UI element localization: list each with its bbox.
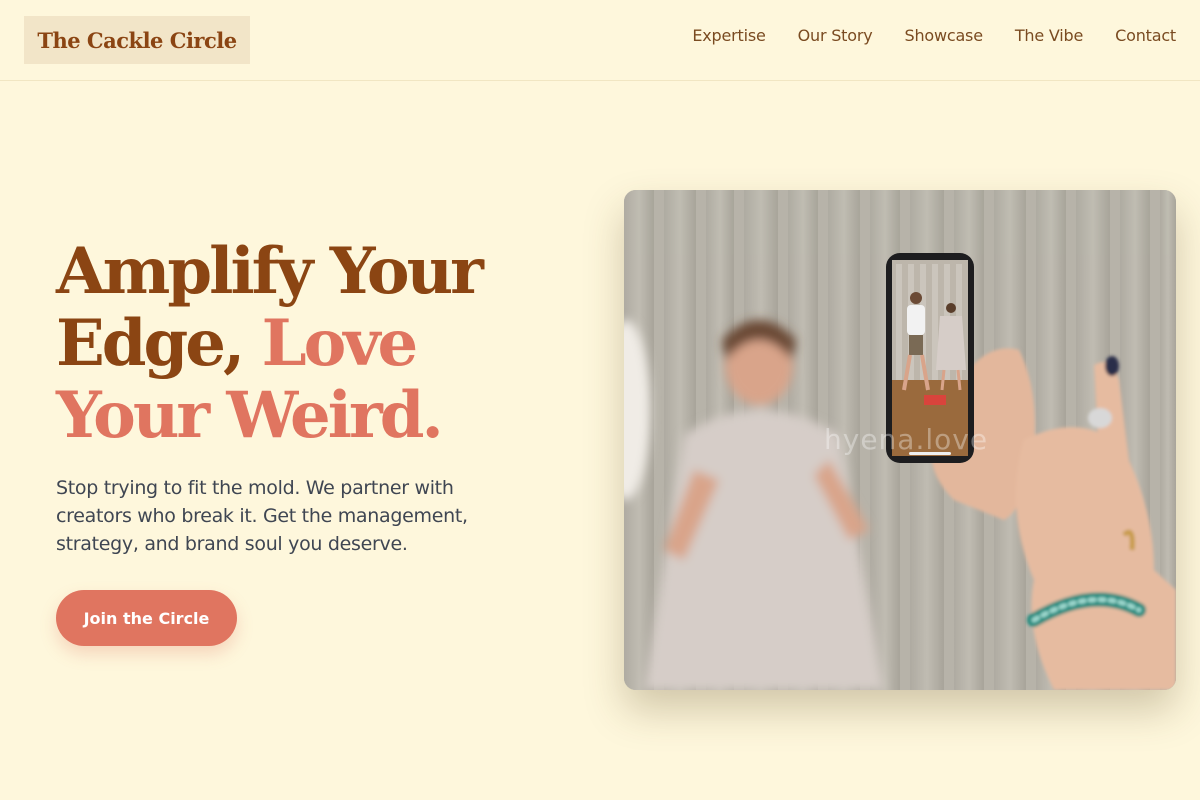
nav-link-expertise[interactable]: Expertise	[692, 26, 765, 45]
site-header: The Cackle Circle Expertise Our Story Sh…	[0, 0, 1200, 81]
hero-subtitle: Stop trying to fit the mold. We partner …	[56, 477, 468, 555]
nav-link-contact[interactable]: Contact	[1115, 26, 1176, 45]
photo-watermark: hyena.love	[824, 423, 989, 456]
main-nav: Expertise Our Story Showcase The Vibe Co…	[692, 26, 1176, 45]
nav-link-showcase[interactable]: Showcase	[904, 26, 983, 45]
hero-photo: hyena.love	[624, 190, 1176, 690]
hero-title: Amplify Your Edge, Love Your Weird.	[56, 236, 556, 452]
brand-logo[interactable]: The Cackle Circle	[24, 16, 250, 64]
nav-link-our-story[interactable]: Our Story	[798, 26, 873, 45]
nav-link-the-vibe[interactable]: The Vibe	[1015, 26, 1083, 45]
join-circle-button[interactable]: Join the Circle	[56, 590, 237, 646]
